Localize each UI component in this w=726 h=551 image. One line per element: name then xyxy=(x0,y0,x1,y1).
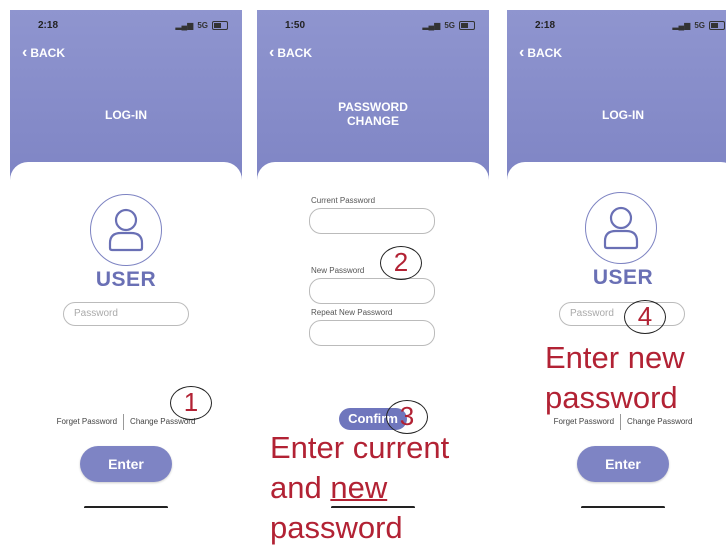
title-line-2: CHANGE xyxy=(346,114,399,128)
back-label: BACK xyxy=(527,46,562,60)
back-label: BACK xyxy=(30,46,65,60)
signal-icon: ▂▄▆ xyxy=(175,21,194,30)
user-avatar-icon xyxy=(585,192,657,264)
forgot-password-link[interactable]: Forget Password xyxy=(57,417,117,426)
new-password-input[interactable] xyxy=(309,278,435,304)
signal-icon: ▂▄▆ xyxy=(672,21,691,30)
signal-icon: ▂▄▆ xyxy=(422,21,441,30)
back-label: BACK xyxy=(277,46,312,60)
page-title: PASSWORD CHANGE xyxy=(257,100,489,128)
change-password-link[interactable]: Change Password xyxy=(627,417,692,426)
forgot-password-link[interactable]: Forget Password xyxy=(554,417,614,426)
annotation-line: password xyxy=(270,510,403,545)
step-marker-1: 1 xyxy=(170,386,212,420)
password-input[interactable]: Password xyxy=(63,302,189,326)
battery-icon xyxy=(709,21,725,30)
enter-button[interactable]: Enter xyxy=(80,446,172,482)
annotation-text: new xyxy=(330,470,388,505)
annotation-step-3: Enter current and new password xyxy=(270,428,449,548)
annotation-line: Enter new xyxy=(545,340,685,375)
new-password-label: New Password xyxy=(311,266,365,275)
status-bar: 1:50 ▂▄▆ 5G xyxy=(257,20,489,34)
network-label: 5G xyxy=(694,21,705,30)
annotation-line: password xyxy=(545,380,678,415)
user-avatar-icon xyxy=(90,194,162,266)
network-label: 5G xyxy=(444,21,455,30)
battery-icon xyxy=(459,21,475,30)
user-label: USER xyxy=(592,266,654,289)
repeat-password-label: Repeat New Password xyxy=(311,308,393,317)
content-card: USER Password Forget Password Change Pass… xyxy=(10,162,242,508)
user-label: USER xyxy=(95,268,157,291)
current-password-label: Current Password xyxy=(311,196,376,205)
chevron-left-icon: ‹ xyxy=(269,44,275,61)
status-bar: 2:18 ▂▄▆ 5G xyxy=(507,20,726,34)
status-bar: 2:18 ▂▄▆ 5G xyxy=(10,20,242,34)
battery-icon xyxy=(212,21,228,30)
password-links: Forget Password Change Password xyxy=(10,414,242,430)
login-screen-2: 2:18 ▂▄▆ 5G ‹ BACK LOG-IN USER Password … xyxy=(507,10,726,508)
annotation-text: and xyxy=(270,470,331,505)
step-marker-4: 4 xyxy=(624,300,666,334)
back-button[interactable]: ‹ BACK xyxy=(269,44,312,61)
password-input[interactable]: Password xyxy=(559,302,685,326)
content-card: USER Password Forget Password Change Pass… xyxy=(507,162,726,508)
status-time: 1:50 xyxy=(285,20,306,31)
page-title: LOG-IN xyxy=(602,108,644,122)
home-indicator xyxy=(581,506,665,508)
chevron-left-icon: ‹ xyxy=(22,44,28,61)
annotation-step-4: Enter new password xyxy=(545,338,685,418)
login-screen-1: 2:18 ▂▄▆ 5G ‹ BACK LOG-IN USER Password … xyxy=(10,10,242,508)
back-button[interactable]: ‹ BACK xyxy=(519,44,562,61)
status-time: 2:18 xyxy=(535,20,556,31)
current-password-input[interactable] xyxy=(309,208,435,234)
title-line-1: PASSWORD xyxy=(338,100,408,114)
network-label: 5G xyxy=(197,21,208,30)
chevron-left-icon: ‹ xyxy=(519,44,525,61)
status-time: 2:18 xyxy=(38,20,59,31)
home-indicator xyxy=(84,506,168,508)
annotation-line: Enter current xyxy=(270,430,450,465)
back-button[interactable]: ‹ BACK xyxy=(22,44,65,61)
enter-button[interactable]: Enter xyxy=(577,446,669,482)
step-marker-2: 2 xyxy=(380,246,422,280)
page-title: LOG-IN xyxy=(105,108,147,122)
repeat-password-input[interactable] xyxy=(309,320,435,346)
divider xyxy=(123,414,125,430)
